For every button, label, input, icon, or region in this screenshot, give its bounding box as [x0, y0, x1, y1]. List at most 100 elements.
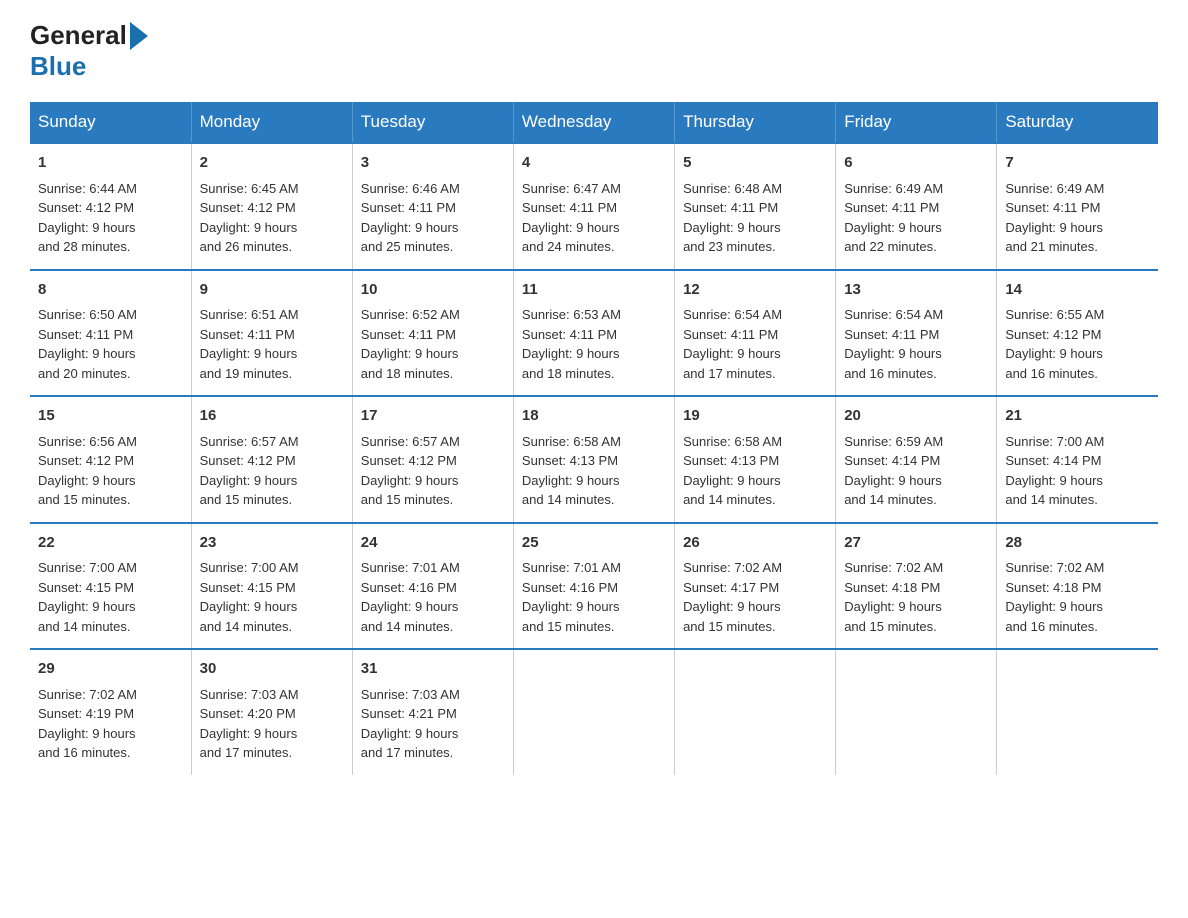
- day-info: Sunrise: 7:00 AM Sunset: 4:14 PM Dayligh…: [1005, 432, 1150, 510]
- calendar-cell: 15 Sunrise: 6:56 AM Sunset: 4:12 PM Dayl…: [30, 396, 191, 523]
- calendar-cell: 27 Sunrise: 7:02 AM Sunset: 4:18 PM Dayl…: [836, 523, 997, 650]
- header-saturday: Saturday: [997, 102, 1158, 143]
- day-info: Sunrise: 6:46 AM Sunset: 4:11 PM Dayligh…: [361, 179, 505, 257]
- calendar-cell: 22 Sunrise: 7:00 AM Sunset: 4:15 PM Dayl…: [30, 523, 191, 650]
- day-number: 8: [38, 279, 183, 302]
- day-info: Sunrise: 6:51 AM Sunset: 4:11 PM Dayligh…: [200, 305, 344, 383]
- day-info: Sunrise: 6:48 AM Sunset: 4:11 PM Dayligh…: [683, 179, 827, 257]
- calendar-cell: 14 Sunrise: 6:55 AM Sunset: 4:12 PM Dayl…: [997, 270, 1158, 397]
- calendar-cell: 17 Sunrise: 6:57 AM Sunset: 4:12 PM Dayl…: [352, 396, 513, 523]
- calendar-cell: 23 Sunrise: 7:00 AM Sunset: 4:15 PM Dayl…: [191, 523, 352, 650]
- header-friday: Friday: [836, 102, 997, 143]
- day-info: Sunrise: 6:44 AM Sunset: 4:12 PM Dayligh…: [38, 179, 183, 257]
- calendar-cell: 12 Sunrise: 6:54 AM Sunset: 4:11 PM Dayl…: [675, 270, 836, 397]
- logo-general: General: [30, 20, 127, 51]
- day-info: Sunrise: 6:58 AM Sunset: 4:13 PM Dayligh…: [522, 432, 666, 510]
- day-number: 19: [683, 405, 827, 428]
- calendar-cell: 21 Sunrise: 7:00 AM Sunset: 4:14 PM Dayl…: [997, 396, 1158, 523]
- logo-arrow-icon: [130, 22, 148, 50]
- page-header: General Blue: [30, 20, 1158, 82]
- day-number: 22: [38, 532, 183, 555]
- week-row-1: 1 Sunrise: 6:44 AM Sunset: 4:12 PM Dayli…: [30, 143, 1158, 270]
- day-number: 29: [38, 658, 183, 681]
- calendar-cell: [836, 649, 997, 775]
- week-row-2: 8 Sunrise: 6:50 AM Sunset: 4:11 PM Dayli…: [30, 270, 1158, 397]
- day-info: Sunrise: 6:45 AM Sunset: 4:12 PM Dayligh…: [200, 179, 344, 257]
- day-number: 25: [522, 532, 666, 555]
- calendar-table: SundayMondayTuesdayWednesdayThursdayFrid…: [30, 102, 1158, 775]
- header-tuesday: Tuesday: [352, 102, 513, 143]
- day-info: Sunrise: 7:03 AM Sunset: 4:21 PM Dayligh…: [361, 685, 505, 763]
- day-info: Sunrise: 6:57 AM Sunset: 4:12 PM Dayligh…: [361, 432, 505, 510]
- day-info: Sunrise: 6:53 AM Sunset: 4:11 PM Dayligh…: [522, 305, 666, 383]
- calendar-cell: 4 Sunrise: 6:47 AM Sunset: 4:11 PM Dayli…: [513, 143, 674, 270]
- calendar-cell: 1 Sunrise: 6:44 AM Sunset: 4:12 PM Dayli…: [30, 143, 191, 270]
- calendar-cell: 8 Sunrise: 6:50 AM Sunset: 4:11 PM Dayli…: [30, 270, 191, 397]
- day-number: 2: [200, 152, 344, 175]
- day-info: Sunrise: 7:01 AM Sunset: 4:16 PM Dayligh…: [522, 558, 666, 636]
- calendar-header: SundayMondayTuesdayWednesdayThursdayFrid…: [30, 102, 1158, 143]
- day-info: Sunrise: 6:58 AM Sunset: 4:13 PM Dayligh…: [683, 432, 827, 510]
- day-info: Sunrise: 6:49 AM Sunset: 4:11 PM Dayligh…: [844, 179, 988, 257]
- day-info: Sunrise: 6:56 AM Sunset: 4:12 PM Dayligh…: [38, 432, 183, 510]
- calendar-cell: 26 Sunrise: 7:02 AM Sunset: 4:17 PM Dayl…: [675, 523, 836, 650]
- calendar-cell: [513, 649, 674, 775]
- day-number: 30: [200, 658, 344, 681]
- calendar-cell: 19 Sunrise: 6:58 AM Sunset: 4:13 PM Dayl…: [675, 396, 836, 523]
- calendar-cell: 5 Sunrise: 6:48 AM Sunset: 4:11 PM Dayli…: [675, 143, 836, 270]
- day-number: 23: [200, 532, 344, 555]
- day-number: 14: [1005, 279, 1150, 302]
- week-row-4: 22 Sunrise: 7:00 AM Sunset: 4:15 PM Dayl…: [30, 523, 1158, 650]
- calendar-cell: 29 Sunrise: 7:02 AM Sunset: 4:19 PM Dayl…: [30, 649, 191, 775]
- day-info: Sunrise: 6:55 AM Sunset: 4:12 PM Dayligh…: [1005, 305, 1150, 383]
- day-info: Sunrise: 7:02 AM Sunset: 4:19 PM Dayligh…: [38, 685, 183, 763]
- header-wednesday: Wednesday: [513, 102, 674, 143]
- day-info: Sunrise: 6:52 AM Sunset: 4:11 PM Dayligh…: [361, 305, 505, 383]
- day-number: 10: [361, 279, 505, 302]
- calendar-cell: [675, 649, 836, 775]
- day-number: 6: [844, 152, 988, 175]
- calendar-cell: 7 Sunrise: 6:49 AM Sunset: 4:11 PM Dayli…: [997, 143, 1158, 270]
- day-number: 26: [683, 532, 827, 555]
- calendar-cell: 16 Sunrise: 6:57 AM Sunset: 4:12 PM Dayl…: [191, 396, 352, 523]
- day-number: 13: [844, 279, 988, 302]
- day-number: 3: [361, 152, 505, 175]
- calendar-cell: 20 Sunrise: 6:59 AM Sunset: 4:14 PM Dayl…: [836, 396, 997, 523]
- day-info: Sunrise: 7:00 AM Sunset: 4:15 PM Dayligh…: [38, 558, 183, 636]
- calendar-cell: 31 Sunrise: 7:03 AM Sunset: 4:21 PM Dayl…: [352, 649, 513, 775]
- day-number: 27: [844, 532, 988, 555]
- calendar-cell: 9 Sunrise: 6:51 AM Sunset: 4:11 PM Dayli…: [191, 270, 352, 397]
- day-info: Sunrise: 7:02 AM Sunset: 4:18 PM Dayligh…: [1005, 558, 1150, 636]
- day-number: 20: [844, 405, 988, 428]
- day-info: Sunrise: 7:01 AM Sunset: 4:16 PM Dayligh…: [361, 558, 505, 636]
- day-info: Sunrise: 7:02 AM Sunset: 4:18 PM Dayligh…: [844, 558, 988, 636]
- header-sunday: Sunday: [30, 102, 191, 143]
- logo-blue: Blue: [30, 51, 86, 82]
- day-number: 5: [683, 152, 827, 175]
- day-info: Sunrise: 7:02 AM Sunset: 4:17 PM Dayligh…: [683, 558, 827, 636]
- week-row-5: 29 Sunrise: 7:02 AM Sunset: 4:19 PM Dayl…: [30, 649, 1158, 775]
- day-number: 9: [200, 279, 344, 302]
- header-monday: Monday: [191, 102, 352, 143]
- calendar-cell: 3 Sunrise: 6:46 AM Sunset: 4:11 PM Dayli…: [352, 143, 513, 270]
- calendar-cell: 24 Sunrise: 7:01 AM Sunset: 4:16 PM Dayl…: [352, 523, 513, 650]
- day-number: 12: [683, 279, 827, 302]
- calendar-cell: [997, 649, 1158, 775]
- calendar-cell: 13 Sunrise: 6:54 AM Sunset: 4:11 PM Dayl…: [836, 270, 997, 397]
- calendar-cell: 6 Sunrise: 6:49 AM Sunset: 4:11 PM Dayli…: [836, 143, 997, 270]
- calendar-cell: 2 Sunrise: 6:45 AM Sunset: 4:12 PM Dayli…: [191, 143, 352, 270]
- day-number: 11: [522, 279, 666, 302]
- header-thursday: Thursday: [675, 102, 836, 143]
- day-info: Sunrise: 6:49 AM Sunset: 4:11 PM Dayligh…: [1005, 179, 1150, 257]
- day-number: 1: [38, 152, 183, 175]
- calendar-cell: 11 Sunrise: 6:53 AM Sunset: 4:11 PM Dayl…: [513, 270, 674, 397]
- week-row-3: 15 Sunrise: 6:56 AM Sunset: 4:12 PM Dayl…: [30, 396, 1158, 523]
- day-number: 4: [522, 152, 666, 175]
- logo: General Blue: [30, 20, 148, 82]
- day-info: Sunrise: 6:50 AM Sunset: 4:11 PM Dayligh…: [38, 305, 183, 383]
- calendar-cell: 18 Sunrise: 6:58 AM Sunset: 4:13 PM Dayl…: [513, 396, 674, 523]
- day-info: Sunrise: 6:47 AM Sunset: 4:11 PM Dayligh…: [522, 179, 666, 257]
- day-info: Sunrise: 7:03 AM Sunset: 4:20 PM Dayligh…: [200, 685, 344, 763]
- day-number: 18: [522, 405, 666, 428]
- calendar-cell: 30 Sunrise: 7:03 AM Sunset: 4:20 PM Dayl…: [191, 649, 352, 775]
